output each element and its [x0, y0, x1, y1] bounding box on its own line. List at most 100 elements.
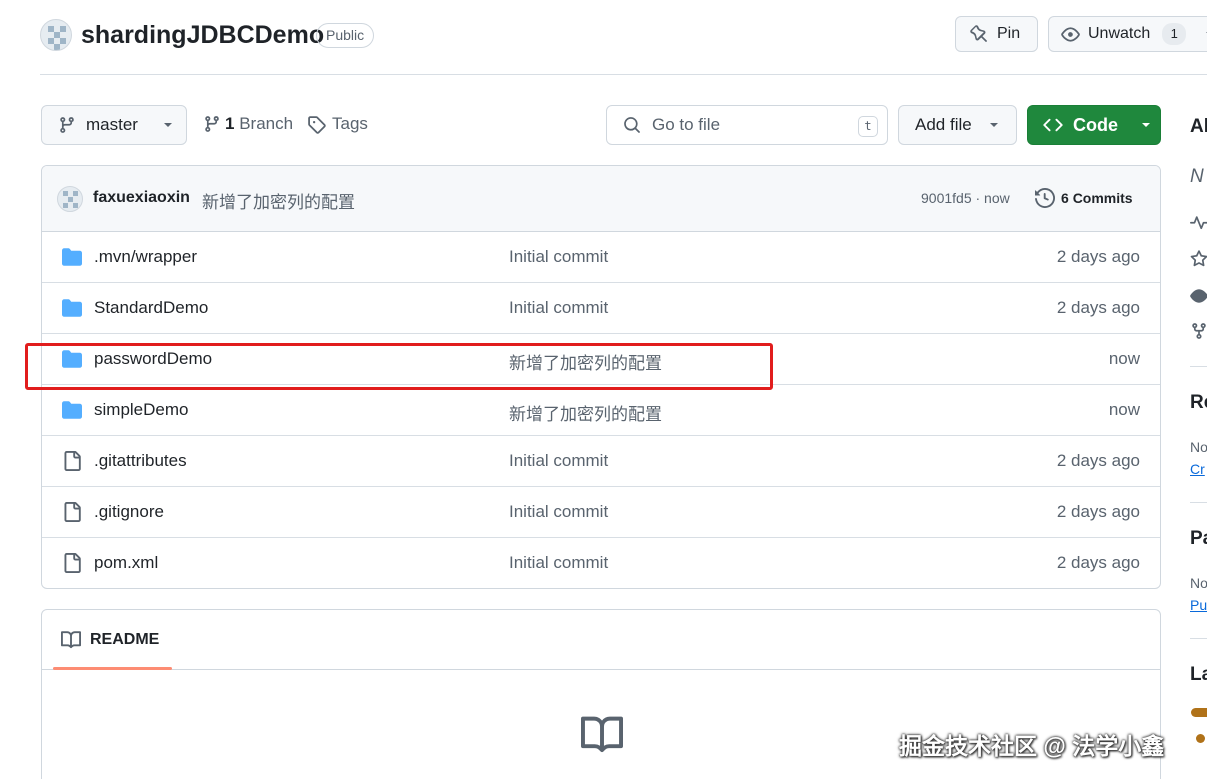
pin-label: Pin: [997, 25, 1021, 42]
sidebar-divider: [1190, 502, 1207, 503]
folder-row[interactable]: .mvn/wrapper Initial commit 2 days ago: [42, 232, 1160, 283]
visibility-badge: Public: [316, 23, 375, 48]
search-input[interactable]: [652, 115, 842, 135]
file-commit-time: now: [1108, 349, 1140, 368]
folder-row[interactable]: simpleDemo 新增了加密列的配置 now: [42, 385, 1160, 436]
readme-tab[interactable]: README: [61, 630, 159, 650]
readme-header: README: [42, 610, 1160, 670]
folder-icon: [62, 401, 82, 419]
file-toolbar: master 1 Branch Tags t Add file Code: [41, 105, 1161, 145]
sidebar-divider: [1190, 366, 1207, 367]
keyboard-shortcut-hint: t: [858, 116, 878, 137]
file-name-link[interactable]: .gitignore: [94, 502, 164, 522]
publish-package-link[interactable]: Pu: [1190, 597, 1207, 613]
releases-note: No: [1190, 439, 1207, 455]
file-icon: [64, 502, 81, 522]
pin-button[interactable]: Pin: [955, 16, 1038, 52]
create-release-link[interactable]: Cr: [1190, 461, 1205, 477]
chevron-down-icon: [163, 123, 172, 127]
watermark: 掘金技术社区 @ 法学小鑫: [899, 733, 1165, 759]
file-commit-time: 2 days ago: [1056, 247, 1140, 266]
code-icon: [1043, 118, 1063, 132]
fork-icon[interactable]: [1190, 322, 1207, 340]
readme-tab-label: README: [90, 631, 160, 648]
folder-icon-wrap: [62, 247, 82, 272]
go-to-file-search[interactable]: t: [606, 105, 888, 145]
avatar[interactable]: [57, 186, 83, 212]
file-commit-time: 2 days ago: [1056, 502, 1140, 521]
file-name-link[interactable]: simpleDemo: [94, 400, 188, 420]
chevron-down-icon: [1142, 123, 1150, 127]
file-name-link[interactable]: .mvn/wrapper: [94, 247, 197, 267]
file-commit-time: now: [1108, 400, 1140, 419]
history-icon: [1035, 188, 1055, 208]
file-commit-message[interactable]: Initial commit: [509, 553, 608, 573]
file-name-link[interactable]: pom.xml: [94, 553, 158, 573]
add-file-button[interactable]: Add file: [898, 105, 1017, 145]
branch-count: 1: [225, 114, 235, 133]
packages-note: No: [1190, 575, 1207, 591]
about-heading: Al: [1190, 116, 1207, 137]
file-row[interactable]: pom.xml Initial commit 2 days ago: [42, 538, 1160, 588]
owner-avatar[interactable]: [40, 19, 72, 51]
book-icon: [581, 716, 623, 753]
file-name-link[interactable]: passwordDemo: [94, 349, 212, 369]
about-sidebar: Al N Re No Cr Pa No Pu La: [1181, 0, 1207, 779]
file-commit-time: 2 days ago: [1056, 451, 1140, 470]
commit-message[interactable]: 新增了加密列的配置: [202, 188, 355, 213]
packages-heading[interactable]: Pa: [1190, 528, 1207, 550]
sidebar-divider: [1190, 638, 1207, 639]
file-icon: [64, 553, 81, 573]
eye-icon[interactable]: [1190, 287, 1207, 305]
no-description-text: N: [1190, 166, 1204, 187]
language-bar: [1191, 708, 1207, 717]
commits-count: 6: [1061, 190, 1069, 206]
active-tab-underline: [53, 667, 172, 670]
book-icon: [61, 631, 81, 649]
languages-heading: La: [1190, 664, 1207, 685]
file-commit-message[interactable]: Initial commit: [509, 247, 608, 267]
folder-row[interactable]: StandardDemo Initial commit 2 days ago: [42, 283, 1160, 334]
commit-hash[interactable]: 9001fd5 · now: [921, 190, 1010, 206]
commits-history-link[interactable]: 6 Commits: [1035, 188, 1133, 208]
file-commit-message[interactable]: Initial commit: [509, 502, 608, 522]
file-list: faxuexiaoxin 新增了加密列的配置 9001fd5 · now 6 C…: [41, 165, 1161, 589]
branch-name: master: [86, 115, 138, 134]
file-icon-wrap: [62, 553, 82, 578]
eye-icon: [1061, 26, 1080, 42]
git-branch-icon: [205, 116, 219, 132]
code-label: Code: [1073, 114, 1118, 135]
activity-icon[interactable]: [1190, 214, 1207, 232]
commit-author[interactable]: faxuexiaoxin: [93, 189, 190, 207]
code-button[interactable]: Code: [1027, 105, 1161, 145]
file-icon: [64, 451, 81, 471]
folder-row[interactable]: passwordDemo 新增了加密列的配置 now: [42, 334, 1160, 385]
tag-icon: [308, 115, 326, 134]
file-commit-message[interactable]: Initial commit: [509, 298, 608, 318]
file-name-link[interactable]: StandardDemo: [94, 298, 208, 318]
file-commit-message[interactable]: Initial commit: [509, 451, 608, 471]
releases-heading[interactable]: Re: [1190, 392, 1207, 414]
file-commit-message[interactable]: 新增了加密列的配置: [509, 349, 662, 374]
tags-label: Tags: [332, 114, 368, 133]
branch-selector[interactable]: master: [41, 105, 187, 145]
file-row[interactable]: .gitignore Initial commit 2 days ago: [42, 487, 1160, 538]
folder-icon: [62, 350, 82, 368]
commits-label: Commits: [1072, 190, 1133, 206]
add-file-label: Add file: [915, 115, 972, 134]
file-row[interactable]: .gitattributes Initial commit 2 days ago: [42, 436, 1160, 487]
file-name-link[interactable]: .gitattributes: [94, 451, 187, 471]
file-commit-message[interactable]: 新增了加密列的配置: [509, 400, 662, 425]
pin-icon: [970, 25, 987, 42]
branches-link[interactable]: 1 Branch: [203, 114, 293, 134]
folder-icon: [62, 299, 82, 317]
file-icon-wrap: [62, 451, 82, 476]
language-dot: [1196, 734, 1205, 743]
chevron-down-icon: [989, 123, 998, 127]
file-rows: .mvn/wrapper Initial commit 2 days ago Stan…: [42, 232, 1160, 588]
tags-link[interactable]: Tags: [307, 114, 368, 134]
repo-title[interactable]: shardingJDBCDemo: [81, 21, 324, 50]
star-icon[interactable]: [1190, 250, 1207, 268]
folder-icon-wrap: [62, 400, 82, 425]
git-branch-icon: [60, 117, 74, 133]
